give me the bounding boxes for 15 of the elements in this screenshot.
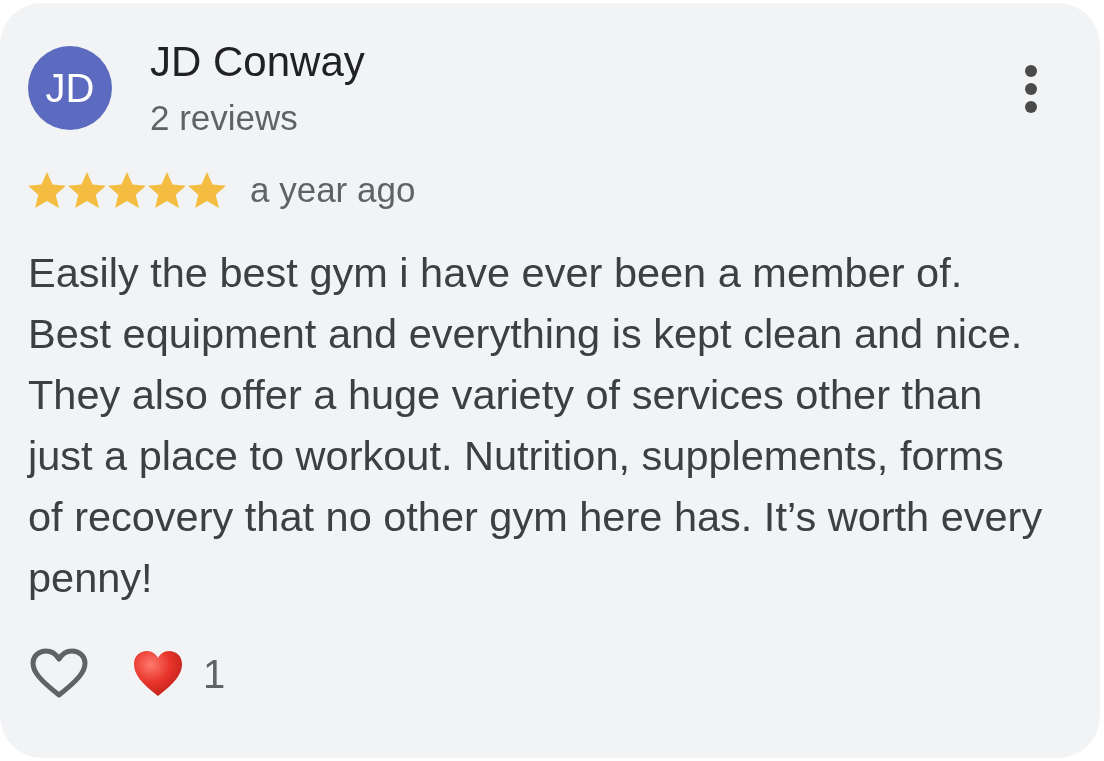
- heart-emoji-icon: [133, 650, 183, 698]
- review-time: a year ago: [250, 170, 416, 210]
- heart-icon: [30, 648, 88, 700]
- reaction-count: 1: [203, 651, 226, 697]
- star-icon: [28, 171, 66, 209]
- star-icon: [188, 171, 226, 209]
- star-icon: [108, 171, 146, 209]
- more-options-button[interactable]: [1024, 64, 1038, 114]
- review-text: Easily the best gym i have ever been a member of. Best equipment and everything is kept clean and nice. They also offer a huge variety of services other than just a place to workout. Nutrition, supplements, forms of recovery that no other gym here has. It’s worth every penny!: [28, 248, 1043, 603]
- review-count: 2 reviews: [150, 98, 298, 138]
- reviewer-name: JD Conway: [150, 38, 365, 86]
- star-icon: [148, 171, 186, 209]
- star-icon: [68, 171, 106, 209]
- avatar-initials: JD: [28, 46, 112, 130]
- more-icon: [1025, 65, 1037, 113]
